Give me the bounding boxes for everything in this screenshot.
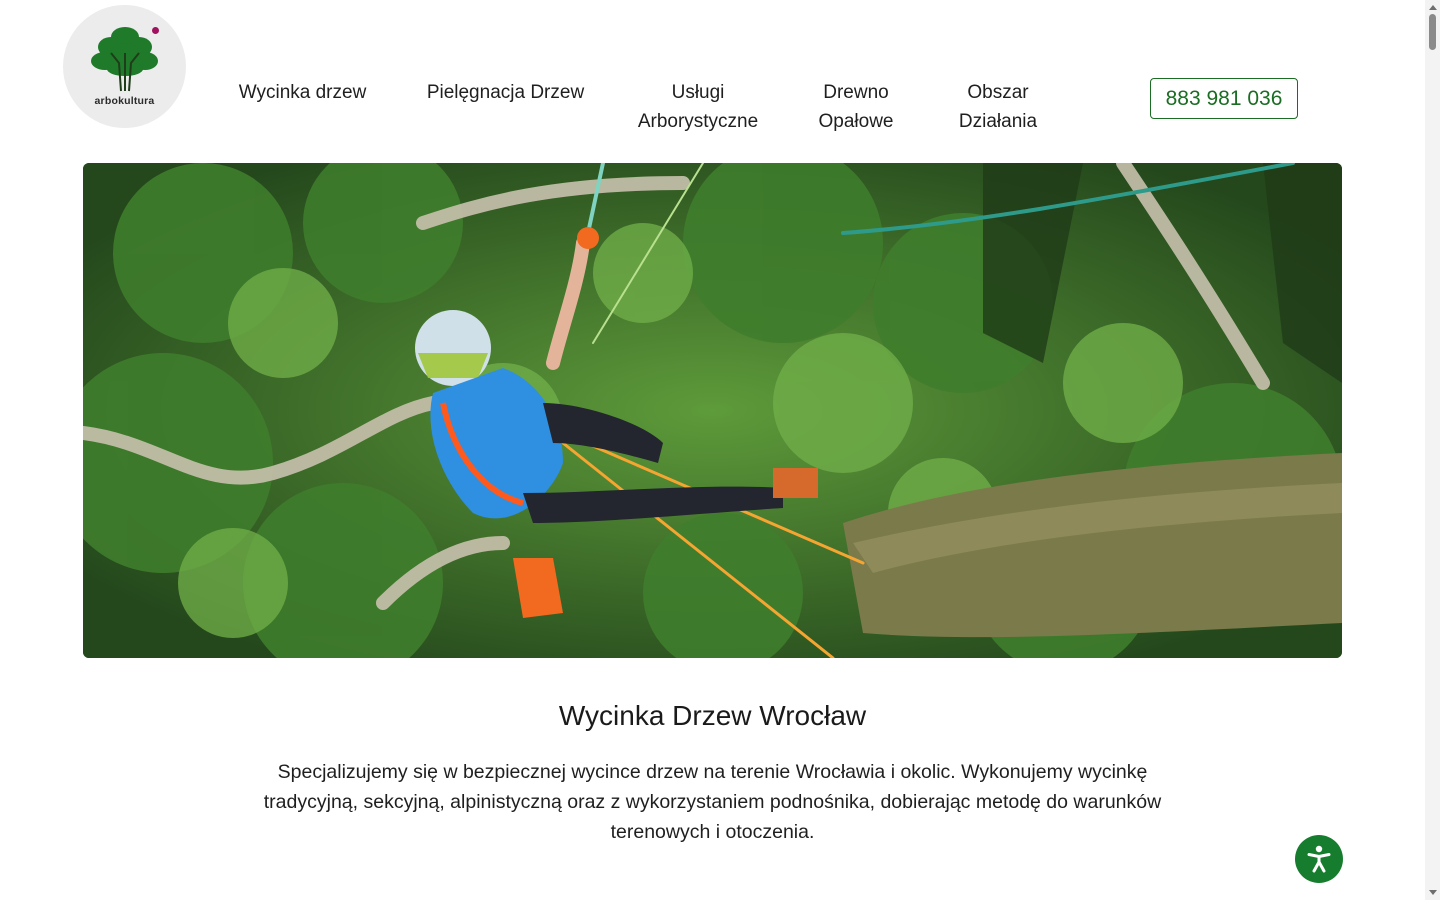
nav-pielegnacja-drzew[interactable]: Pielęgnacja Drzew <box>415 78 596 107</box>
nav-label: Pielęgnacja Drzew <box>426 82 585 103</box>
scrollbar-thumb[interactable] <box>1429 14 1436 50</box>
vertical-scrollbar[interactable] <box>1425 0 1440 900</box>
scroll-up-arrow-icon[interactable] <box>1429 5 1437 10</box>
page: arbokultura Wycinka drzew Pielęgnacja Dr… <box>0 0 1425 900</box>
arborist-photo <box>83 163 1342 658</box>
logo-text: arbokultura <box>94 95 155 107</box>
logo-dot <box>152 27 159 34</box>
nav-label-line1: Usługi <box>671 82 725 103</box>
nav-label-line2: Opałowe <box>818 111 894 132</box>
intro-paragraph: Specjalizujemy się w bezpiecznej wycince… <box>263 761 1162 843</box>
nav-label-line2: Działania <box>958 111 1038 132</box>
page-title: Wycinka Drzew Wrocław <box>558 700 867 731</box>
logo[interactable]: arbokultura <box>63 5 186 128</box>
nav-uslugi-arborystyczne[interactable]: Usługi Arborystyczne <box>625 78 771 136</box>
phone-button[interactable]: 883 981 036 <box>1150 78 1298 119</box>
nav-drewno-opalowe[interactable]: Drewno Opałowe <box>806 78 906 136</box>
nav-obszar-dzialania[interactable]: Obszar Działania <box>948 78 1048 136</box>
hero-image <box>83 163 1342 658</box>
nav-label: Wycinka drzew <box>238 82 367 103</box>
accessibility-person-icon <box>1307 845 1331 873</box>
nav-label-line1: Drewno <box>823 82 889 103</box>
accessibility-button[interactable] <box>1295 835 1343 883</box>
scroll-down-arrow-icon[interactable] <box>1429 890 1437 895</box>
nav-label-line1: Obszar <box>967 82 1029 103</box>
nav-label-line2: Arborystyczne <box>637 111 759 132</box>
nav-wycinka-drzew[interactable]: Wycinka drzew <box>225 78 380 107</box>
